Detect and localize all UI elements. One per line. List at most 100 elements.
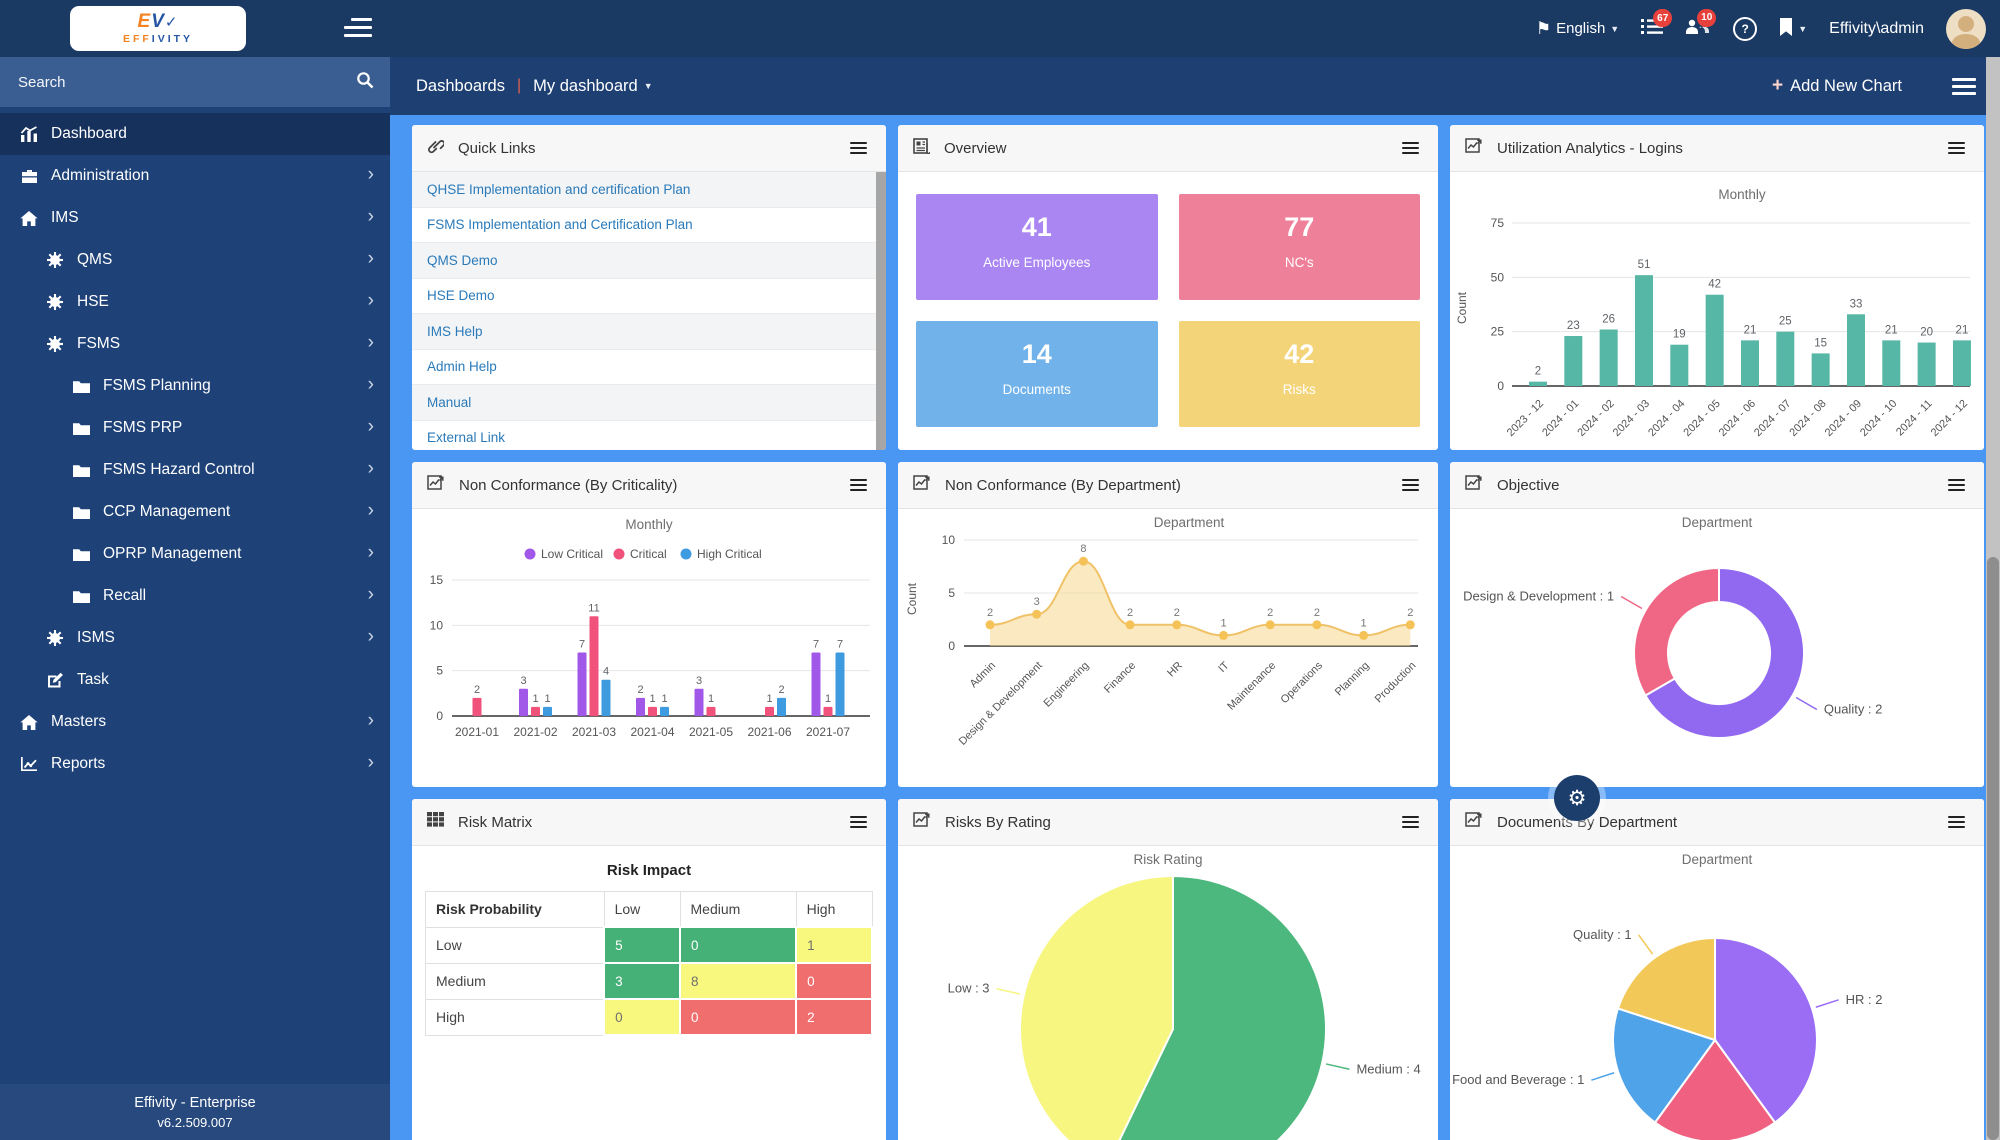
seal-icon <box>44 630 66 646</box>
svg-text:Planning: Planning <box>1333 660 1372 699</box>
search-icon[interactable] <box>356 71 374 94</box>
sidebar-item-qms[interactable]: QMS › <box>0 239 390 281</box>
quick-link-manual[interactable]: Manual <box>412 385 876 421</box>
sidebar-item-recall[interactable]: Recall › <box>0 575 390 617</box>
sidebar-item-masters[interactable]: Masters › <box>0 701 390 743</box>
svg-text:Food and Beverage : 1: Food and Beverage : 1 <box>1452 1072 1584 1087</box>
page-scrollbar[interactable] <box>1986 57 2000 1140</box>
quick-link-fsms-implementation-and-certification-plan[interactable]: FSMS Implementation and Certification Pl… <box>412 208 876 243</box>
chevron-down-icon: ▼ <box>1610 23 1620 34</box>
sidebar-item-task[interactable]: Task <box>0 659 390 701</box>
svg-text:Finance: Finance <box>1102 660 1138 696</box>
sidebar-item-ims[interactable]: IMS › <box>0 197 390 239</box>
users-button[interactable]: 10 <box>1685 8 1717 40</box>
task-list-button[interactable]: 67 <box>1641 9 1673 39</box>
chevron-right-icon: › <box>367 206 374 228</box>
svg-text:1: 1 <box>708 693 714 705</box>
sidebar-item-label: Recall <box>103 587 147 604</box>
svg-text:51: 51 <box>1638 259 1651 271</box>
sidebar-item-oprp-management[interactable]: OPRP Management › <box>0 533 390 575</box>
matrix-cell: 8 <box>678 962 798 1000</box>
quick-link-admin-help[interactable]: Admin Help <box>412 350 876 385</box>
sidebar-item-hse[interactable]: HSE › <box>0 281 390 323</box>
card-menu-button[interactable] <box>1944 135 1969 161</box>
sidebar-item-administration[interactable]: Administration › <box>0 155 390 197</box>
card-menu-button[interactable] <box>1944 472 1969 498</box>
card-header: Risk Matrix <box>412 799 886 846</box>
svg-text:15: 15 <box>1814 337 1827 349</box>
card-utilization-analytics-logins: Utilization Analytics - Logins Monthly Cou… <box>1450 125 1984 450</box>
user-avatar[interactable] <box>1946 8 1986 49</box>
bar-chart-icon <box>18 126 40 142</box>
card-menu-button[interactable] <box>1398 472 1423 498</box>
sidebar-item-fsms-prp[interactable]: FSMS PRP › <box>0 407 390 449</box>
svg-text:Production: Production <box>1373 660 1419 706</box>
logged-in-user: Effivity\admin <box>1829 19 1924 37</box>
card-menu-button[interactable] <box>1944 809 1969 835</box>
quick-link-hse-demo[interactable]: HSE Demo <box>412 279 876 314</box>
svg-text:21: 21 <box>1885 324 1898 336</box>
effivity-logo[interactable]: EV✓ EFFIVITY <box>70 6 246 51</box>
sidebar-item-label: FSMS <box>77 335 121 352</box>
link-icon <box>427 137 446 159</box>
breadcrumb-section[interactable]: Dashboards <box>416 77 505 96</box>
svg-text:3: 3 <box>520 675 526 687</box>
sidebar-item-reports[interactable]: Reports › <box>0 743 390 785</box>
sidebar-item-dashboard[interactable]: Dashboard <box>0 113 390 155</box>
sidebar-item-ccp-management[interactable]: CCP Management › <box>0 491 390 533</box>
matrix-cell: 1 <box>795 926 873 964</box>
card-title: Objective <box>1497 476 1560 494</box>
svg-text:Department: Department <box>1154 515 1225 530</box>
dashboard-selector[interactable]: My dashboard ▼ <box>533 77 652 96</box>
card-menu-button[interactable] <box>846 472 871 498</box>
quick-link-external-link[interactable]: External Link <box>412 421 876 451</box>
quick-links-scrollbar[interactable] <box>876 172 886 450</box>
svg-text:2024 - 05: 2024 - 05 <box>1681 398 1722 439</box>
svg-text:0: 0 <box>948 639 955 653</box>
page-scrollbar-thumb[interactable] <box>1987 557 1999 1140</box>
svg-text:Monthly: Monthly <box>625 517 673 532</box>
tile-value: 42 <box>1284 339 1315 369</box>
add-new-chart-button[interactable]: + Add New Chart <box>1766 74 1908 98</box>
svg-text:1: 1 <box>766 693 772 705</box>
svg-text:2024 - 03: 2024 - 03 <box>1611 398 1652 439</box>
chevron-right-icon: › <box>367 290 374 312</box>
card-menu-button[interactable] <box>846 809 871 835</box>
help-button[interactable]: ? <box>1733 16 1758 41</box>
card-header: Overview <box>898 125 1438 172</box>
folder-icon <box>70 590 92 603</box>
bookmark-icon <box>1779 17 1793 40</box>
sidebar-item-fsms-hazard-control[interactable]: FSMS Hazard Control › <box>0 449 390 491</box>
card-menu-button[interactable] <box>846 135 871 161</box>
folder-icon <box>70 422 92 435</box>
svg-text:26: 26 <box>1602 313 1615 325</box>
sidebar-item-isms[interactable]: ISMS › <box>0 617 390 659</box>
card-risks-by-rating: Risks By Rating Risk Rating Medium : 4 Low … <box>898 799 1438 1140</box>
sidebar-search <box>0 57 390 107</box>
sidebar-toggle-icon[interactable] <box>344 16 372 40</box>
svg-text:Maintenance: Maintenance <box>1225 660 1278 713</box>
svg-text:Monthly: Monthly <box>1718 187 1766 202</box>
quick-link-ims-help[interactable]: IMS Help <box>412 314 876 350</box>
svg-text:7: 7 <box>579 639 585 651</box>
chevron-right-icon: › <box>367 248 374 270</box>
settings-fab[interactable]: ⚙ <box>1554 775 1600 821</box>
svg-text:21: 21 <box>1956 324 1969 336</box>
card-header: Objective <box>1450 462 1984 509</box>
dashboard-options-button[interactable] <box>1952 74 1976 99</box>
tile-value: 14 <box>1021 339 1052 369</box>
language-selector[interactable]: ⚑ English ▼ <box>1536 19 1619 39</box>
briefcase-icon <box>18 169 40 184</box>
card-menu-button[interactable] <box>1398 135 1423 161</box>
card-menu-button[interactable] <box>1398 809 1423 835</box>
bookmark-menu[interactable]: ▼ <box>1779 17 1807 40</box>
quick-link-qhse-implementation-and-certification-plan[interactable]: QHSE Implementation and certification Pl… <box>412 172 876 208</box>
quick-link-qms-demo[interactable]: QMS Demo <box>412 243 876 279</box>
sidebar-item-fsms[interactable]: FSMS › <box>0 323 390 365</box>
dashboard-grid: Quick Links QHSE Implementation and certi… <box>390 115 2000 1140</box>
tile-label: Active Employees <box>983 255 1091 270</box>
svg-text:1: 1 <box>1361 617 1367 629</box>
sidebar-item-fsms-planning[interactable]: FSMS Planning › <box>0 365 390 407</box>
search-input[interactable] <box>16 72 356 92</box>
svg-text:10: 10 <box>430 618 444 632</box>
